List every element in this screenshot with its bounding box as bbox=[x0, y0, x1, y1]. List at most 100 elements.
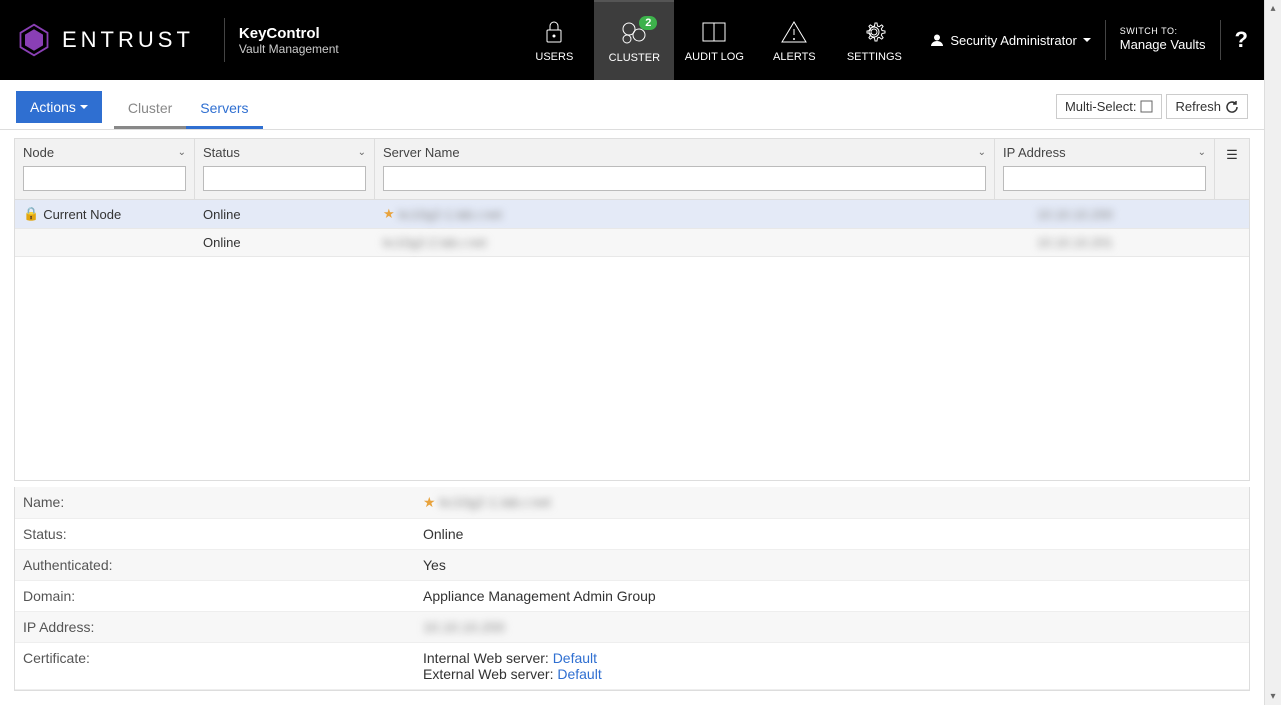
cell-ip: 10.10.10.201 bbox=[1029, 229, 1249, 256]
cell-node bbox=[15, 229, 195, 256]
detail-domain-label: Domain: bbox=[23, 588, 423, 604]
star-icon: ★ bbox=[423, 494, 436, 510]
nav-alerts-label: ALERTS bbox=[773, 51, 816, 63]
filter-status-input[interactable] bbox=[203, 166, 366, 191]
detail-ip-value: 10.10.10.200 bbox=[423, 619, 1241, 635]
detail-status-value: Online bbox=[423, 526, 1241, 542]
detail-row-domain: Domain: Appliance Management Admin Group bbox=[15, 581, 1249, 612]
detail-auth-value: Yes bbox=[423, 557, 1241, 573]
user-dropdown[interactable]: Security Administrator bbox=[930, 33, 1090, 48]
cluster-icon: 2 bbox=[619, 18, 649, 48]
nav-auditlog[interactable]: AUDIT LOG bbox=[674, 0, 754, 80]
caret-down-icon bbox=[80, 105, 88, 109]
cell-node: 🔒 Current Node bbox=[15, 200, 195, 228]
grid-row[interactable]: 🔒 Current Node Online ★ kc10g2-1.lab.r.n… bbox=[15, 200, 1249, 229]
divider bbox=[224, 18, 225, 62]
detail-row-status: Status: Online bbox=[15, 519, 1249, 550]
multiselect-label: Multi-Select: bbox=[1065, 99, 1137, 114]
alert-icon bbox=[780, 17, 808, 47]
switch-label: SWITCH TO: bbox=[1120, 26, 1206, 38]
page-scrollbar[interactable]: ▴ ▾ bbox=[1264, 0, 1281, 705]
detail-cert-label: Certificate: bbox=[23, 650, 423, 682]
cell-server-text: kc10g2-1.lab.r.net bbox=[399, 207, 502, 222]
detail-name-label: Name: bbox=[23, 494, 423, 511]
cert-internal-prefix: Internal Web server: bbox=[423, 650, 553, 666]
col-menu[interactable]: ☰ bbox=[1215, 139, 1249, 199]
tab-cluster[interactable]: Cluster bbox=[114, 90, 186, 129]
help-button[interactable]: ? bbox=[1235, 27, 1248, 53]
grid-header: Node⌄ Status ⌄ Server Name ⌄ IP Address ⌄ ☰ bbox=[15, 139, 1249, 200]
book-icon bbox=[700, 17, 728, 47]
lock-icon: 🔒 bbox=[23, 206, 39, 222]
cert-external-prefix: External Web server: bbox=[423, 666, 557, 682]
toolbar-tools: Multi-Select: Refresh bbox=[1056, 94, 1248, 119]
logo-area: ENTRUST bbox=[0, 0, 210, 80]
actions-label: Actions bbox=[30, 99, 76, 115]
cell-server: kc10g2-2.lab.r.net bbox=[375, 229, 1029, 256]
col-ip-label: IP Address bbox=[1003, 145, 1066, 160]
cluster-badge: 2 bbox=[639, 16, 657, 30]
lock-user-icon bbox=[541, 17, 567, 47]
col-status-label: Status bbox=[203, 145, 240, 160]
actions-button[interactable]: Actions bbox=[16, 91, 102, 123]
cell-status: Online bbox=[195, 229, 375, 256]
nav-settings[interactable]: SETTINGS bbox=[834, 0, 914, 80]
gear-icon bbox=[860, 17, 888, 47]
chevron-down-icon: ⌄ bbox=[1198, 147, 1206, 158]
divider bbox=[1105, 20, 1106, 60]
chevron-down-icon: ⌄ bbox=[178, 147, 186, 158]
chevron-down-icon: ⌄ bbox=[358, 147, 366, 158]
multiselect-toggle[interactable]: Multi-Select: bbox=[1056, 94, 1163, 119]
filter-ip-input[interactable] bbox=[1003, 166, 1206, 191]
product-title: KeyControl bbox=[239, 25, 339, 42]
scroll-up-arrow[interactable]: ▴ bbox=[1265, 0, 1281, 17]
switch-to-link[interactable]: SWITCH TO: Manage Vaults bbox=[1120, 26, 1206, 55]
brand-text: ENTRUST bbox=[62, 27, 194, 53]
col-server[interactable]: Server Name ⌄ bbox=[375, 139, 995, 199]
cell-node-text: Current Node bbox=[43, 207, 121, 222]
nav-alerts[interactable]: ALERTS bbox=[754, 0, 834, 80]
refresh-icon bbox=[1225, 100, 1239, 114]
top-nav: USERS 2 CLUSTER AUDIT LOG ALERTS SET bbox=[514, 0, 914, 80]
detail-ip-label: IP Address: bbox=[23, 619, 423, 635]
detail-row-name: Name: ★ kc10g2-1.lab.r.net bbox=[15, 487, 1249, 519]
product-subtitle: Vault Management bbox=[239, 42, 339, 56]
detail-row-cert: Certificate: Internal Web server: Defaul… bbox=[15, 643, 1249, 690]
cell-server-text: kc10g2-2.lab.r.net bbox=[383, 235, 486, 250]
servers-grid: Node⌄ Status ⌄ Server Name ⌄ IP Address ⌄ ☰… bbox=[14, 138, 1250, 481]
detail-row-ip: IP Address: 10.10.10.200 bbox=[15, 612, 1249, 643]
user-icon bbox=[930, 33, 944, 47]
header-right: Security Administrator SWITCH TO: Manage… bbox=[914, 0, 1264, 80]
filter-server-input[interactable] bbox=[383, 166, 986, 191]
chevron-down-icon: ⌄ bbox=[978, 147, 986, 158]
tab-servers[interactable]: Servers bbox=[186, 90, 262, 129]
divider bbox=[1220, 20, 1221, 60]
detail-name-value: ★ kc10g2-1.lab.r.net bbox=[423, 494, 1241, 511]
nav-users-label: USERS bbox=[535, 51, 573, 63]
top-header: ENTRUST KeyControl Vault Management USER… bbox=[0, 0, 1264, 80]
cell-server: ★ kc10g2-1.lab.r.net bbox=[375, 200, 1029, 228]
cert-external-link[interactable]: Default bbox=[557, 666, 601, 682]
refresh-label: Refresh bbox=[1175, 99, 1221, 114]
col-node[interactable]: Node⌄ bbox=[15, 139, 195, 199]
nav-users[interactable]: USERS bbox=[514, 0, 594, 80]
col-status[interactable]: Status ⌄ bbox=[195, 139, 375, 199]
detail-row-auth: Authenticated: Yes bbox=[15, 550, 1249, 581]
nav-cluster[interactable]: 2 CLUSTER bbox=[594, 0, 674, 80]
detail-cert-value: Internal Web server: Default External We… bbox=[423, 650, 1241, 682]
cell-status: Online bbox=[195, 200, 375, 228]
scroll-down-arrow[interactable]: ▾ bbox=[1265, 688, 1281, 705]
details-panel: Name: ★ kc10g2-1.lab.r.net Status: Onlin… bbox=[14, 487, 1250, 691]
cert-internal-link[interactable]: Default bbox=[553, 650, 597, 666]
caret-down-icon bbox=[1083, 38, 1091, 42]
col-server-label: Server Name bbox=[383, 145, 460, 160]
hamburger-icon: ☰ bbox=[1226, 147, 1238, 163]
refresh-button[interactable]: Refresh bbox=[1166, 94, 1248, 119]
grid-row[interactable]: Online kc10g2-2.lab.r.net 10.10.10.201 bbox=[15, 229, 1249, 257]
detail-domain-value: Appliance Management Admin Group bbox=[423, 588, 1241, 604]
detail-auth-label: Authenticated: bbox=[23, 557, 423, 573]
checkbox-icon bbox=[1140, 100, 1153, 113]
filter-node-input[interactable] bbox=[23, 166, 186, 191]
scroll-track[interactable] bbox=[1265, 17, 1281, 688]
col-ip[interactable]: IP Address ⌄ bbox=[995, 139, 1215, 199]
